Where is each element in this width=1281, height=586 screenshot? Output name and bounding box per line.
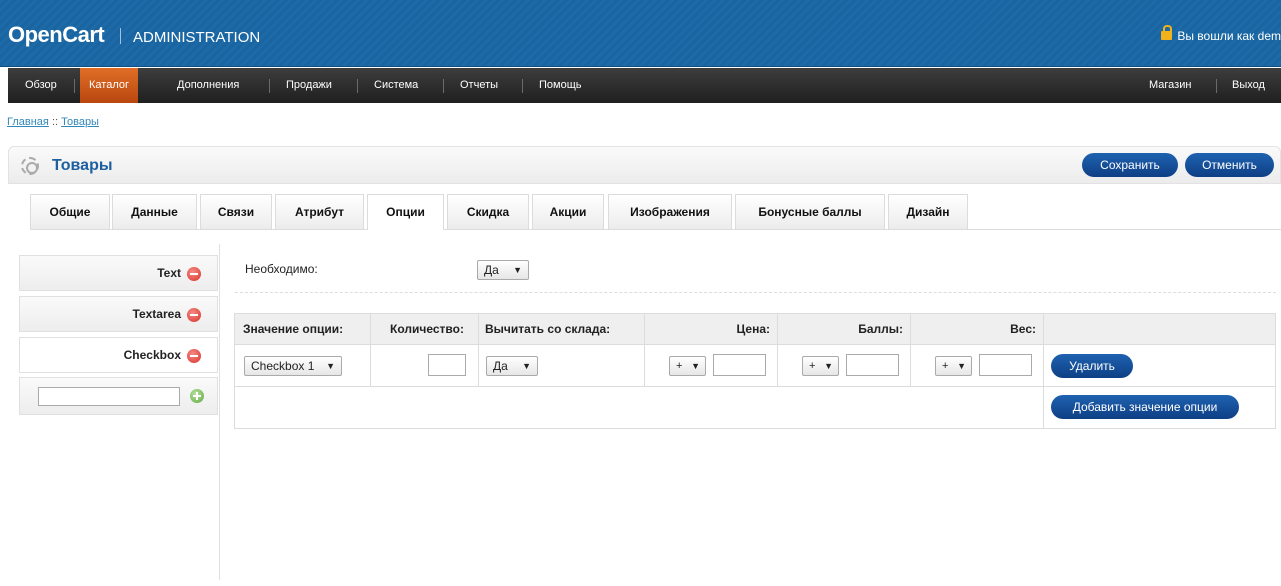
- chevron-down-icon: ▼: [691, 361, 700, 371]
- logo[interactable]: OpenCart: [8, 22, 105, 48]
- login-text: Вы вошли как dem: [1177, 29, 1281, 43]
- add-icon[interactable]: [190, 389, 204, 403]
- new-option-input[interactable]: [38, 387, 180, 406]
- column-header-price: Цена:: [736, 322, 770, 336]
- remove-icon[interactable]: [187, 267, 201, 281]
- breadcrumb-products[interactable]: Товары: [61, 116, 99, 128]
- option-value-select[interactable]: Checkbox 1 ▼: [244, 356, 342, 376]
- add-option-row: [19, 377, 218, 415]
- menu-divider: [443, 79, 444, 93]
- option-tab-label: Text: [157, 266, 181, 280]
- option-tab-text[interactable]: Text: [19, 255, 218, 291]
- menu-item-catalog[interactable]: Каталог: [80, 68, 138, 103]
- weight-input[interactable]: [979, 354, 1032, 376]
- chevron-down-icon: ▼: [522, 361, 531, 371]
- breadcrumb-home[interactable]: Главная: [7, 116, 49, 128]
- chevron-down-icon: ▼: [824, 361, 833, 371]
- table-header-row: Значение опции: Количество: Вычитать со …: [235, 314, 1275, 345]
- header-bar: OpenCart ADMINISTRATION Вы вошли как dem: [0, 0, 1281, 67]
- column-header-weight: Вес:: [1010, 322, 1036, 336]
- weight-prefix-select[interactable]: + ▼: [935, 356, 972, 376]
- menu-divider: [522, 79, 523, 93]
- column-header-subtract: Вычитать со склада:: [485, 322, 611, 336]
- row-divider: [235, 386, 1275, 387]
- add-option-value-button[interactable]: Добавить значение опции: [1051, 395, 1239, 419]
- tab-links[interactable]: Связи: [200, 194, 272, 229]
- price-prefix-value: +: [676, 360, 683, 372]
- column-divider: [910, 314, 911, 386]
- menu-item-extensions[interactable]: Дополнения: [168, 68, 248, 103]
- points-prefix-select[interactable]: + ▼: [802, 356, 839, 376]
- option-value-select-value: Checkbox 1: [251, 359, 315, 373]
- option-tab-textarea[interactable]: Textarea: [19, 296, 218, 332]
- option-tabs: Text Textarea Checkbox: [19, 244, 220, 580]
- menu-item-reports[interactable]: Отчеты: [451, 68, 507, 103]
- column-divider: [478, 314, 479, 386]
- quantity-input[interactable]: [428, 354, 466, 376]
- menu-item-sales[interactable]: Продажи: [277, 68, 341, 103]
- column-header-option-value: Значение опции:: [243, 322, 344, 336]
- menu-divider: [74, 79, 75, 93]
- subtract-select-value: Да: [493, 359, 508, 373]
- tab-options[interactable]: Опции: [367, 194, 444, 230]
- tab-general[interactable]: Общие: [30, 194, 110, 229]
- remove-option-value-button[interactable]: Удалить: [1051, 354, 1133, 378]
- gear-icon: [21, 157, 39, 175]
- option-value-table: Значение опции: Количество: Вычитать со …: [234, 313, 1276, 429]
- save-button[interactable]: Сохранить: [1082, 153, 1178, 177]
- column-divider: [777, 314, 778, 386]
- tab-design[interactable]: Дизайн: [888, 194, 968, 229]
- menu-divider: [1216, 79, 1217, 93]
- points-input[interactable]: [846, 354, 899, 376]
- tab-attribute[interactable]: Атрибут: [275, 194, 364, 229]
- tab-data[interactable]: Данные: [112, 194, 197, 229]
- chevron-down-icon: ▼: [326, 361, 335, 371]
- column-divider: [644, 314, 645, 386]
- price-prefix-select[interactable]: + ▼: [669, 356, 706, 376]
- weight-prefix-value: +: [942, 360, 949, 372]
- price-input[interactable]: [713, 354, 766, 376]
- tab-images[interactable]: Изображения: [608, 194, 732, 229]
- section-divider: [235, 292, 1276, 293]
- breadcrumb-separator: ::: [51, 116, 59, 128]
- remove-icon[interactable]: [187, 349, 201, 363]
- breadcrumb: Главная :: Товары: [7, 116, 99, 128]
- column-header-quantity: Количество:: [390, 322, 464, 336]
- points-prefix-value: +: [809, 360, 816, 372]
- required-select-value: Да: [484, 263, 499, 277]
- required-label: Необходимо:: [245, 262, 318, 276]
- menu-item-help[interactable]: Помощь: [530, 68, 591, 103]
- logo-divider: [120, 28, 121, 44]
- menu-item-logout[interactable]: Выход: [1223, 68, 1274, 103]
- menu-divider: [269, 79, 270, 93]
- column-header-points: Баллы:: [858, 322, 903, 336]
- option-tab-checkbox[interactable]: Checkbox: [19, 337, 218, 373]
- menu-item-overview[interactable]: Обзор: [16, 68, 66, 103]
- column-divider: [370, 314, 371, 386]
- tab-reward-points[interactable]: Бонусные баллы: [735, 194, 885, 229]
- lock-icon: [1161, 25, 1173, 40]
- main-menu: Обзор Каталог Дополнения Продажи Система…: [8, 68, 1281, 103]
- cancel-button[interactable]: Отменить: [1185, 153, 1274, 177]
- menu-divider: [357, 79, 358, 93]
- option-tab-label: Checkbox: [123, 348, 181, 362]
- chevron-down-icon: ▼: [957, 361, 966, 371]
- tab-discount[interactable]: Скидка: [447, 194, 529, 229]
- required-select[interactable]: Да ▼: [477, 260, 529, 280]
- option-tab-label: Textarea: [132, 307, 181, 321]
- chevron-down-icon: ▼: [513, 265, 522, 275]
- column-divider: [1043, 314, 1044, 429]
- page-title: Товары: [52, 157, 113, 174]
- logo-subtitle: ADMINISTRATION: [133, 29, 261, 46]
- tab-special[interactable]: Акции: [532, 194, 604, 229]
- login-info: Вы вошли как dem: [1161, 25, 1281, 43]
- box-heading: Товары Сохранить Отменить: [8, 146, 1281, 184]
- subtract-select[interactable]: Да ▼: [486, 356, 538, 376]
- menu-item-system[interactable]: Система: [365, 68, 427, 103]
- remove-icon[interactable]: [187, 308, 201, 322]
- menu-item-store[interactable]: Магазин: [1140, 68, 1200, 103]
